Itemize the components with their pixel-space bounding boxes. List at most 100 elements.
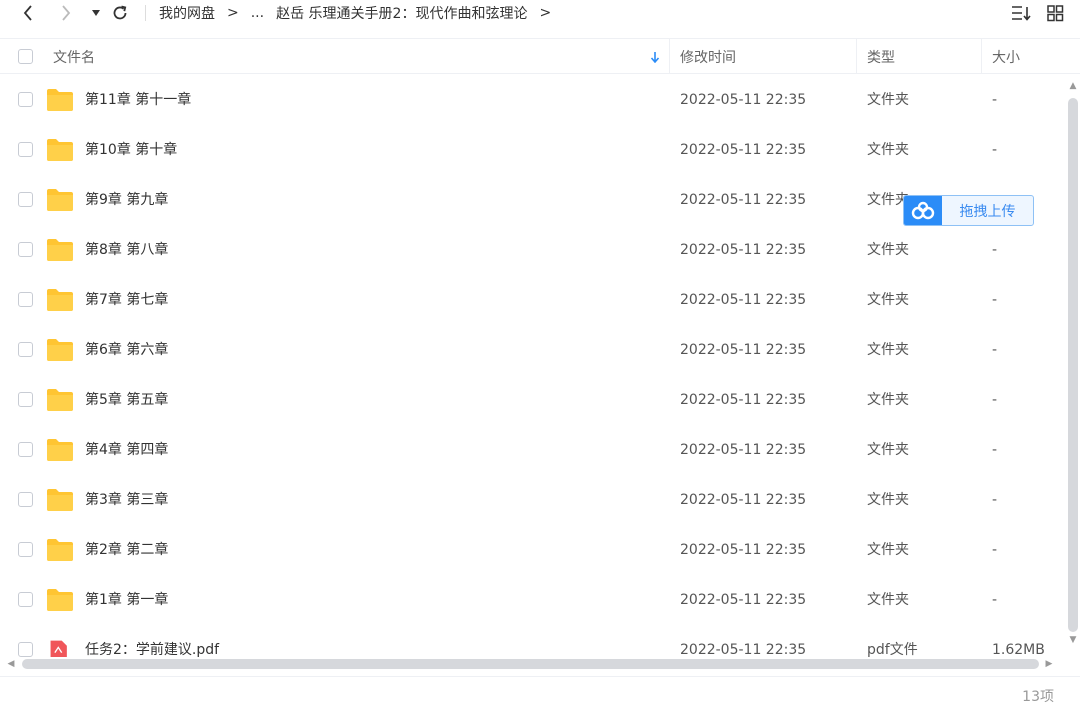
header-modified[interactable]: 修改时间 [680,39,736,74]
row-checkbox[interactable] [18,192,33,207]
file-size: - [992,242,998,258]
select-all-checkbox[interactable] [18,49,33,64]
file-type: 文件夹 [867,492,909,508]
column-divider[interactable] [856,39,857,74]
cloud-upload-icon [904,196,942,225]
file-name[interactable]: 第2章 第二章 [85,525,168,575]
column-divider[interactable] [981,39,982,74]
file-row[interactable]: 第4章 第四章 2022-05-11 22:35 文件夹 - [0,425,1066,475]
file-name[interactable]: 第8章 第八章 [85,225,168,275]
row-checkbox[interactable] [18,592,33,607]
caret-down-icon [92,10,100,16]
file-row[interactable]: 第7章 第七章 2022-05-11 22:35 文件夹 - [0,275,1066,325]
file-name[interactable]: 第10章 第十章 [85,125,177,175]
drag-upload-label: 拖拽上传 [959,203,1016,220]
row-checkbox[interactable] [18,392,33,407]
folder-icon [47,139,73,161]
row-checkbox[interactable] [18,142,33,157]
toolbar-divider [145,5,146,21]
file-row[interactable]: 第8章 第八章 2022-05-11 22:35 文件夹 - [0,225,1066,275]
horizontal-scroll-thumb[interactable] [22,659,1039,669]
breadcrumb-item-root[interactable]: 我的网盘 [159,3,215,23]
breadcrumb-item-ellipsis[interactable]: ... [251,5,264,21]
header-name[interactable]: 文件名 [53,39,95,74]
scroll-right-icon[interactable]: ▶ [1043,658,1055,670]
row-checkbox[interactable] [18,242,33,257]
row-checkbox[interactable] [18,492,33,507]
column-divider[interactable] [669,39,670,74]
drag-upload-button[interactable]: 拖拽上传 [903,195,1034,226]
file-row[interactable]: 第11章 第十一章 2022-05-11 22:35 文件夹 - [0,75,1066,125]
file-type: 文件夹 [867,542,909,558]
file-size: - [992,442,998,458]
file-name[interactable]: 第7章 第七章 [85,275,168,325]
file-name[interactable]: 第4章 第四章 [85,425,168,475]
file-row[interactable]: 第6章 第六章 2022-05-11 22:35 文件夹 - [0,325,1066,375]
file-name[interactable]: 第3章 第三章 [85,475,168,525]
row-checkbox[interactable] [18,542,33,557]
file-row[interactable]: 第10章 第十章 2022-05-11 22:35 文件夹 - [0,125,1066,175]
file-modified: 2022-05-11 22:35 [680,642,807,657]
scroll-up-icon[interactable]: ▲ [1067,80,1079,92]
pdf-icon [50,640,67,657]
file-modified: 2022-05-11 22:35 [680,592,807,608]
select-all-checkbox-cell [18,39,33,74]
header-type[interactable]: 类型 [867,39,895,74]
folder-icon [47,389,73,411]
toolbar: 我的网盘 > ... 赵岳 乐理通关手册2：现代作曲和弦理论 > [0,0,1080,26]
file-modified: 2022-05-11 22:35 [680,192,807,208]
file-row[interactable]: 第3章 第三章 2022-05-11 22:35 文件夹 - [0,475,1066,525]
status-bar: 13项 [0,676,1080,711]
scroll-left-icon[interactable]: ◀ [5,658,17,670]
breadcrumb-item-current[interactable]: 赵岳 乐理通关手册2：现代作曲和弦理论 [276,3,527,23]
grid-view-icon [1047,5,1064,22]
file-name[interactable]: 第1章 第一章 [85,575,168,625]
grid-view-button[interactable] [1044,2,1066,24]
file-size: - [992,292,998,308]
file-size: 1.62MB [992,642,1045,657]
file-row[interactable]: 第2章 第二章 2022-05-11 22:35 文件夹 - [0,525,1066,575]
row-checkbox[interactable] [18,292,33,307]
folder-icon [47,189,73,211]
refresh-button[interactable] [108,1,132,25]
file-row[interactable]: 任务2：学前建议.pdf 2022-05-11 22:35 pdf文件 1.62… [0,625,1066,657]
file-type: 文件夹 [867,592,909,608]
file-type: 文件夹 [867,92,909,108]
file-name[interactable]: 第5章 第五章 [85,375,168,425]
file-list-header: 文件名 修改时间 类型 大小 [0,38,1080,74]
folder-icon [47,439,73,461]
sort-arrow-icon[interactable] [650,39,660,74]
scroll-down-icon[interactable]: ▼ [1067,634,1079,646]
file-size: - [992,592,998,608]
row-checkbox[interactable] [18,442,33,457]
file-size: - [992,542,998,558]
folder-icon [47,289,73,311]
folder-icon [47,539,73,561]
file-name[interactable]: 任务2：学前建议.pdf [85,625,219,657]
vertical-scroll-thumb[interactable] [1068,98,1078,632]
back-button[interactable] [16,1,40,25]
file-type: 文件夹 [867,442,909,458]
row-checkbox[interactable] [18,342,33,357]
file-type: 文件夹 [867,342,909,358]
row-checkbox[interactable] [18,92,33,107]
file-type: pdf文件 [867,642,918,657]
file-modified: 2022-05-11 22:35 [680,492,807,508]
row-checkbox[interactable] [18,642,33,657]
breadcrumb-separator: > [539,5,552,21]
sort-button[interactable] [1010,2,1032,24]
chevron-left-icon [23,5,32,21]
header-size[interactable]: 大小 [992,39,1020,74]
file-modified: 2022-05-11 22:35 [680,92,807,108]
folder-icon [47,489,73,511]
breadcrumb: 我的网盘 > ... 赵岳 乐理通关手册2：现代作曲和弦理论 > [159,2,563,24]
file-list: 第11章 第十一章 2022-05-11 22:35 文件夹 - 第10章 第十… [0,75,1066,657]
file-row[interactable]: 第5章 第五章 2022-05-11 22:35 文件夹 - [0,375,1066,425]
folder-icon [47,339,73,361]
forward-button[interactable] [54,1,78,25]
file-name[interactable]: 第9章 第九章 [85,175,168,225]
history-dropdown-button[interactable] [84,1,108,25]
file-row[interactable]: 第1章 第一章 2022-05-11 22:35 文件夹 - [0,575,1066,625]
file-name[interactable]: 第6章 第六章 [85,325,168,375]
file-name[interactable]: 第11章 第十一章 [85,75,191,125]
